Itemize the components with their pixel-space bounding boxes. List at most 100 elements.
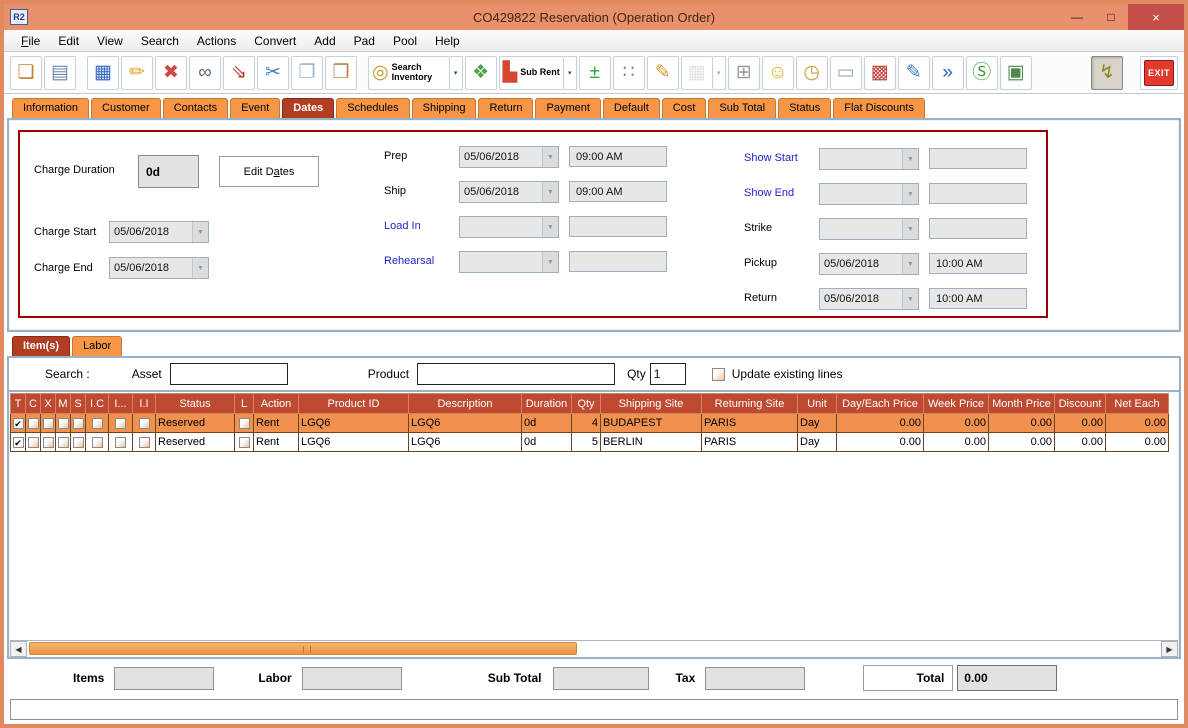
delivery-truck-button[interactable]: ▣ (1000, 56, 1032, 90)
shortcut-key-button[interactable]: ▭ (830, 56, 862, 90)
calendar-dropdown-icon[interactable]: ▾ (713, 56, 726, 90)
strike-date-value[interactable] (820, 219, 902, 239)
scroll-left-icon[interactable]: ◀ (10, 641, 27, 657)
c-checkbox[interactable] (28, 437, 39, 448)
l-checkbox[interactable] (239, 418, 250, 429)
add-remove-lines-button[interactable]: ± (579, 56, 611, 90)
strike-dropdown-icon[interactable]: ▼ (902, 219, 918, 239)
menu-convert[interactable]: Convert (245, 32, 305, 50)
menu-help[interactable]: Help (426, 32, 469, 50)
show-end-time-field[interactable] (929, 183, 1027, 204)
col-header-returning-site[interactable]: Returning Site (702, 394, 798, 414)
menu-actions[interactable]: Actions (188, 32, 245, 50)
quick-flash-button[interactable]: ↯ (1091, 56, 1123, 90)
col-header-i-c[interactable]: I.C (86, 394, 109, 414)
scrollbar-track[interactable] (27, 641, 1161, 657)
col-header-m[interactable]: M (56, 394, 71, 414)
scroll-right-icon[interactable]: ▶ (1161, 641, 1178, 657)
menu-pad[interactable]: Pad (345, 32, 384, 50)
t-checkbox[interactable]: ✔ (13, 418, 24, 429)
tab-information[interactable]: Information (12, 98, 89, 118)
col-header-s[interactable]: S (71, 394, 86, 414)
tab-dates[interactable]: Dates (282, 98, 334, 118)
send-forward-button[interactable]: » (932, 56, 964, 90)
availability-button[interactable]: ∷ (613, 56, 645, 90)
copy-to-order-button[interactable]: ⇘ (223, 56, 255, 90)
return-time-field[interactable]: 10:00 AM (929, 288, 1027, 309)
tab-default[interactable]: Default (603, 98, 660, 118)
col-header-qty[interactable]: Qty (572, 394, 601, 414)
tab-event[interactable]: Event (230, 98, 280, 118)
menu-file[interactable]: File (12, 32, 49, 50)
find-button[interactable]: ∞ (189, 56, 221, 90)
s-checkbox[interactable] (73, 418, 84, 429)
tab-contacts[interactable]: Contacts (163, 98, 228, 118)
minimize-button[interactable]: — (1060, 4, 1094, 30)
edit-button[interactable]: ✏ (121, 56, 153, 90)
show-start-dropdown-icon[interactable]: ▼ (902, 149, 918, 169)
sales-notes-button[interactable]: Ⓢ (966, 56, 998, 90)
sub-rent-button[interactable]: ▙Sub Rent (499, 56, 564, 90)
c-checkbox[interactable] (28, 418, 39, 429)
show-start-label[interactable]: Show Start (744, 152, 798, 164)
i-checkbox[interactable] (115, 418, 126, 429)
tab-sub-total[interactable]: Sub Total (708, 98, 776, 118)
pickup-time-field[interactable]: 10:00 AM (929, 253, 1027, 274)
scrollbar-thumb[interactable] (29, 642, 577, 655)
tab-customer[interactable]: Customer (91, 98, 161, 118)
return-dropdown-icon[interactable]: ▼ (902, 289, 918, 309)
menu-pool[interactable]: Pool (384, 32, 426, 50)
print-button[interactable]: ▤ (44, 56, 76, 90)
strike-time-field[interactable] (929, 218, 1027, 239)
pickup-dropdown-icon[interactable]: ▼ (902, 254, 918, 274)
search-inventory-button[interactable]: ◎Search Inventory (368, 56, 450, 90)
inventory-blocks-button[interactable]: ▩ (864, 56, 896, 90)
i-checkbox[interactable] (115, 437, 126, 448)
col-header-l[interactable]: L (235, 394, 254, 414)
update-existing-lines-checkbox[interactable] (712, 368, 725, 381)
tab-shipping[interactable]: Shipping (412, 98, 477, 118)
item-tab-labor[interactable]: Labor (72, 336, 122, 356)
tab-schedules[interactable]: Schedules (336, 98, 409, 118)
col-header-discount[interactable]: Discount (1055, 394, 1106, 414)
notes-button[interactable]: ✎ (647, 56, 679, 90)
delete-button[interactable]: ✖ (155, 56, 187, 90)
cut-button[interactable]: ✂ (257, 56, 289, 90)
paste-button[interactable]: ❒ (325, 56, 357, 90)
col-header-duration[interactable]: Duration (522, 394, 572, 414)
m-checkbox[interactable] (58, 437, 69, 448)
tab-cost[interactable]: Cost (662, 98, 707, 118)
tab-return[interactable]: Return (478, 98, 533, 118)
col-header-i-i[interactable]: I.I (133, 394, 156, 414)
col-header-product-id[interactable]: Product ID (299, 394, 409, 414)
col-header-week-price[interactable]: Week Price (924, 394, 989, 414)
col-header-status[interactable]: Status (156, 394, 235, 414)
edit-document-button[interactable]: ✎ (898, 56, 930, 90)
exit-button[interactable]: EXIT (1140, 56, 1178, 90)
col-header-day-each-price[interactable]: Day/Each Price (837, 394, 924, 414)
convert-order-button[interactable]: ❖ (465, 56, 497, 90)
col-header-shipping-site[interactable]: Shipping Site (601, 394, 702, 414)
x-checkbox[interactable] (43, 437, 54, 448)
search-inventory-dropdown-icon[interactable]: ▾ (450, 56, 463, 90)
menu-add[interactable]: Add (305, 32, 344, 50)
asset-input[interactable] (170, 363, 288, 385)
l-checkbox[interactable] (239, 437, 250, 448)
col-header-action[interactable]: Action (254, 394, 299, 414)
return-date-value[interactable]: 05/06/2018 (820, 289, 902, 309)
folder-time-button[interactable]: ◷ (796, 56, 828, 90)
col-header-month-price[interactable]: Month Price (989, 394, 1055, 414)
sub-rent-dropdown-icon[interactable]: ▾ (564, 56, 577, 90)
smiley-button[interactable]: ☺ (762, 56, 794, 90)
menu-edit[interactable]: Edit (49, 32, 88, 50)
tab-flat-discounts[interactable]: Flat Discounts (833, 98, 925, 118)
col-header-description[interactable]: Description (409, 394, 522, 414)
show-end-date-value[interactable] (820, 184, 902, 204)
i-c-checkbox[interactable] (92, 418, 103, 429)
maximize-button[interactable]: □ (1094, 4, 1128, 30)
menu-view[interactable]: View (88, 32, 132, 50)
t-checkbox[interactable]: ✔ (13, 437, 24, 448)
menu-search[interactable]: Search (132, 32, 188, 50)
col-header-i[interactable]: I... (109, 394, 133, 414)
col-header-x[interactable]: X (41, 394, 56, 414)
